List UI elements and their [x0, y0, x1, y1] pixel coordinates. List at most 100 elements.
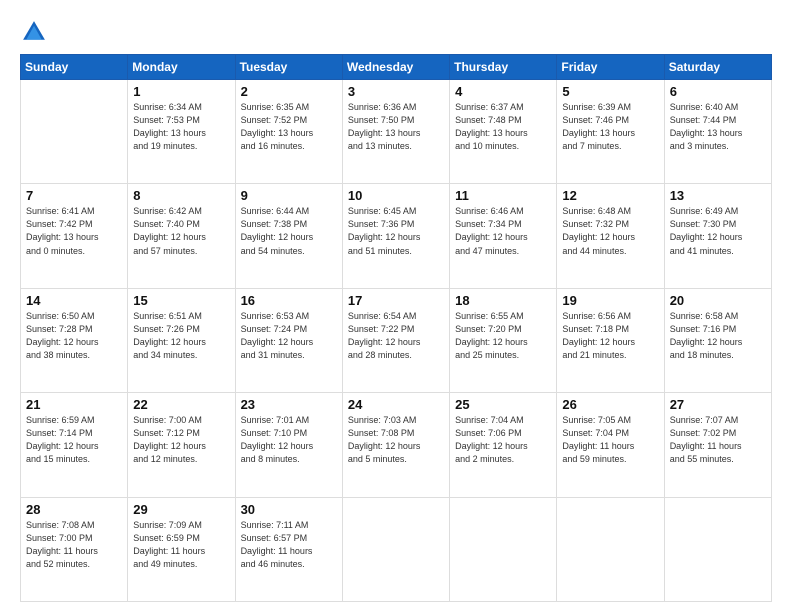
day-info: Sunrise: 6:37 AM Sunset: 7:48 PM Dayligh…: [455, 101, 551, 153]
day-number: 2: [241, 84, 337, 99]
calendar-cell: 18 Sunrise: 6:55 AM Sunset: 7:20 PM Dayli…: [450, 288, 557, 392]
calendar-cell: 25 Sunrise: 7:04 AM Sunset: 7:06 PM Dayli…: [450, 393, 557, 497]
day-number: 3: [348, 84, 444, 99]
day-info: Sunrise: 6:46 AM Sunset: 7:34 PM Dayligh…: [455, 205, 551, 257]
calendar-cell: 10 Sunrise: 6:45 AM Sunset: 7:36 PM Dayli…: [342, 184, 449, 288]
calendar-cell: 2Sunrise: 6:35 AM Sunset: 7:52 PM Daylig…: [235, 80, 342, 184]
weekday-saturday: Saturday: [664, 55, 771, 80]
day-number: 1: [133, 84, 229, 99]
calendar-cell: 13Sunrise: 6:49 AM Sunset: 7:30 PM Dayli…: [664, 184, 771, 288]
calendar-cell: 20Sunrise: 6:58 AM Sunset: 7:16 PM Dayli…: [664, 288, 771, 392]
calendar-cell: 21 Sunrise: 6:59 AM Sunset: 7:14 PM Dayli…: [21, 393, 128, 497]
day-number: 17: [348, 293, 444, 308]
day-number: 23: [241, 397, 337, 412]
day-info: Sunrise: 6:49 AM Sunset: 7:30 PM Dayligh…: [670, 205, 766, 257]
day-info: Sunrise: 7:00 AM Sunset: 7:12 PM Dayligh…: [133, 414, 229, 466]
day-number: 14: [26, 293, 122, 308]
day-number: 22: [133, 397, 229, 412]
day-number: 28: [26, 502, 122, 517]
day-number: 10: [348, 188, 444, 203]
day-info: Sunrise: 6:44 AM Sunset: 7:38 PM Dayligh…: [241, 205, 337, 257]
day-info: Sunrise: 6:56 AM Sunset: 7:18 PM Dayligh…: [562, 310, 658, 362]
calendar-header: SundayMondayTuesdayWednesdayThursdayFrid…: [21, 55, 772, 80]
day-info: Sunrise: 7:07 AM Sunset: 7:02 PM Dayligh…: [670, 414, 766, 466]
weekday-sunday: Sunday: [21, 55, 128, 80]
day-number: 11: [455, 188, 551, 203]
header: [20, 18, 772, 46]
day-info: Sunrise: 6:42 AM Sunset: 7:40 PM Dayligh…: [133, 205, 229, 257]
day-number: 25: [455, 397, 551, 412]
day-info: Sunrise: 6:34 AM Sunset: 7:53 PM Dayligh…: [133, 101, 229, 153]
weekday-friday: Friday: [557, 55, 664, 80]
day-number: 9: [241, 188, 337, 203]
day-info: Sunrise: 6:40 AM Sunset: 7:44 PM Dayligh…: [670, 101, 766, 153]
calendar-cell: [342, 497, 449, 601]
calendar-cell: 9 Sunrise: 6:44 AM Sunset: 7:38 PM Daylig…: [235, 184, 342, 288]
day-info: Sunrise: 6:53 AM Sunset: 7:24 PM Dayligh…: [241, 310, 337, 362]
day-number: 19: [562, 293, 658, 308]
day-info: Sunrise: 7:08 AM Sunset: 7:00 PM Dayligh…: [26, 519, 122, 571]
calendar-cell: 24 Sunrise: 7:03 AM Sunset: 7:08 PM Dayli…: [342, 393, 449, 497]
weekday-tuesday: Tuesday: [235, 55, 342, 80]
day-info: Sunrise: 6:45 AM Sunset: 7:36 PM Dayligh…: [348, 205, 444, 257]
day-info: Sunrise: 7:09 AM Sunset: 6:59 PM Dayligh…: [133, 519, 229, 571]
weekday-thursday: Thursday: [450, 55, 557, 80]
calendar-week-3: 14 Sunrise: 6:50 AM Sunset: 7:28 PM Dayli…: [21, 288, 772, 392]
calendar-cell: 23 Sunrise: 7:01 AM Sunset: 7:10 PM Dayli…: [235, 393, 342, 497]
day-number: 15: [133, 293, 229, 308]
calendar-week-5: 28 Sunrise: 7:08 AM Sunset: 7:00 PM Dayli…: [21, 497, 772, 601]
calendar-cell: 19 Sunrise: 6:56 AM Sunset: 7:18 PM Dayli…: [557, 288, 664, 392]
day-number: 4: [455, 84, 551, 99]
day-info: Sunrise: 6:59 AM Sunset: 7:14 PM Dayligh…: [26, 414, 122, 466]
calendar-cell: 7 Sunrise: 6:41 AM Sunset: 7:42 PM Daylig…: [21, 184, 128, 288]
day-number: 18: [455, 293, 551, 308]
day-info: Sunrise: 7:05 AM Sunset: 7:04 PM Dayligh…: [562, 414, 658, 466]
calendar-cell: 27 Sunrise: 7:07 AM Sunset: 7:02 PM Dayli…: [664, 393, 771, 497]
weekday-header-row: SundayMondayTuesdayWednesdayThursdayFrid…: [21, 55, 772, 80]
day-info: Sunrise: 6:39 AM Sunset: 7:46 PM Dayligh…: [562, 101, 658, 153]
calendar-cell: 5Sunrise: 6:39 AM Sunset: 7:46 PM Daylig…: [557, 80, 664, 184]
day-info: Sunrise: 6:41 AM Sunset: 7:42 PM Dayligh…: [26, 205, 122, 257]
day-info: Sunrise: 6:36 AM Sunset: 7:50 PM Dayligh…: [348, 101, 444, 153]
calendar-cell: [557, 497, 664, 601]
day-info: Sunrise: 7:03 AM Sunset: 7:08 PM Dayligh…: [348, 414, 444, 466]
weekday-wednesday: Wednesday: [342, 55, 449, 80]
day-number: 8: [133, 188, 229, 203]
calendar-cell: [21, 80, 128, 184]
day-info: Sunrise: 6:55 AM Sunset: 7:20 PM Dayligh…: [455, 310, 551, 362]
calendar-cell: 6 Sunrise: 6:40 AM Sunset: 7:44 PM Daylig…: [664, 80, 771, 184]
weekday-monday: Monday: [128, 55, 235, 80]
day-info: Sunrise: 7:04 AM Sunset: 7:06 PM Dayligh…: [455, 414, 551, 466]
calendar-cell: 17 Sunrise: 6:54 AM Sunset: 7:22 PM Dayli…: [342, 288, 449, 392]
calendar-week-2: 7 Sunrise: 6:41 AM Sunset: 7:42 PM Daylig…: [21, 184, 772, 288]
calendar-cell: 8 Sunrise: 6:42 AM Sunset: 7:40 PM Daylig…: [128, 184, 235, 288]
day-number: 24: [348, 397, 444, 412]
page: SundayMondayTuesdayWednesdayThursdayFrid…: [0, 0, 792, 612]
day-info: Sunrise: 7:11 AM Sunset: 6:57 PM Dayligh…: [241, 519, 337, 571]
calendar-cell: 28 Sunrise: 7:08 AM Sunset: 7:00 PM Dayli…: [21, 497, 128, 601]
calendar-cell: 4 Sunrise: 6:37 AM Sunset: 7:48 PM Daylig…: [450, 80, 557, 184]
day-number: 26: [562, 397, 658, 412]
day-info: Sunrise: 6:48 AM Sunset: 7:32 PM Dayligh…: [562, 205, 658, 257]
day-number: 27: [670, 397, 766, 412]
day-info: Sunrise: 6:54 AM Sunset: 7:22 PM Dayligh…: [348, 310, 444, 362]
calendar-cell: 3 Sunrise: 6:36 AM Sunset: 7:50 PM Daylig…: [342, 80, 449, 184]
calendar-cell: 29 Sunrise: 7:09 AM Sunset: 6:59 PM Dayli…: [128, 497, 235, 601]
calendar-cell: 22 Sunrise: 7:00 AM Sunset: 7:12 PM Dayli…: [128, 393, 235, 497]
calendar-cell: 26 Sunrise: 7:05 AM Sunset: 7:04 PM Dayli…: [557, 393, 664, 497]
logo-icon: [20, 18, 48, 46]
day-number: 7: [26, 188, 122, 203]
calendar-week-1: 1 Sunrise: 6:34 AM Sunset: 7:53 PM Daylig…: [21, 80, 772, 184]
day-number: 6: [670, 84, 766, 99]
day-info: Sunrise: 6:50 AM Sunset: 7:28 PM Dayligh…: [26, 310, 122, 362]
calendar-cell: 30 Sunrise: 7:11 AM Sunset: 6:57 PM Dayli…: [235, 497, 342, 601]
day-info: Sunrise: 6:58 AM Sunset: 7:16 PM Dayligh…: [670, 310, 766, 362]
calendar-cell: [664, 497, 771, 601]
day-number: 21: [26, 397, 122, 412]
day-info: Sunrise: 7:01 AM Sunset: 7:10 PM Dayligh…: [241, 414, 337, 466]
day-number: 29: [133, 502, 229, 517]
day-info: Sunrise: 6:51 AM Sunset: 7:26 PM Dayligh…: [133, 310, 229, 362]
day-number: 16: [241, 293, 337, 308]
day-number: 30: [241, 502, 337, 517]
logo: [20, 18, 52, 46]
